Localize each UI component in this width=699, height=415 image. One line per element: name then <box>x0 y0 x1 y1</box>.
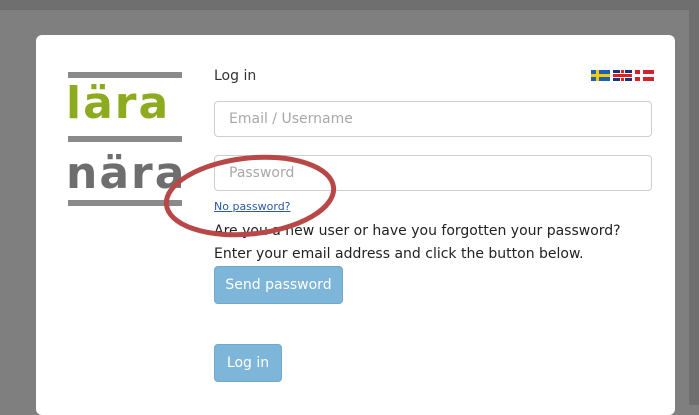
no-password-link[interactable]: No password? <box>214 200 291 213</box>
logo-word-nara: nära <box>66 148 187 199</box>
send-password-button[interactable]: Send password <box>214 266 343 304</box>
logo-bar-middle <box>68 136 182 142</box>
help-text: Are you a new user or have you forgotten… <box>214 220 654 266</box>
form-title: Log in <box>214 68 257 84</box>
help-text-line2: Enter your email address and click the b… <box>214 246 584 262</box>
logo-bar-bottom <box>68 200 182 206</box>
logo-word-lara: lära <box>66 78 171 129</box>
backdrop-strip-top <box>0 0 699 10</box>
uk-flag-icon[interactable] <box>613 70 632 81</box>
swedish-flag-icon[interactable] <box>591 70 610 81</box>
login-button[interactable]: Log in <box>214 344 282 382</box>
language-selector <box>591 70 654 81</box>
password-field[interactable] <box>214 155 652 191</box>
help-text-line1: Are you a new user or have you forgotten… <box>214 223 621 239</box>
email-field[interactable] <box>214 101 652 137</box>
site-logo: lära nära <box>66 72 184 212</box>
danish-flag-icon[interactable] <box>635 70 654 81</box>
backdrop-strip-right <box>689 0 699 405</box>
